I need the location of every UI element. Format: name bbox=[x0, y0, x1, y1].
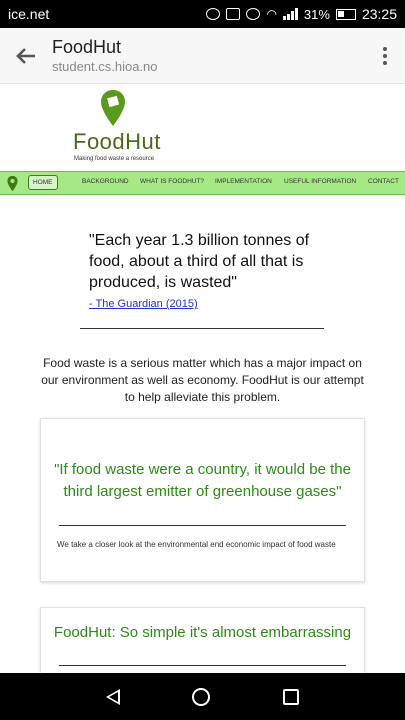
divider bbox=[80, 328, 324, 329]
map-pin-logo-icon bbox=[101, 90, 125, 126]
site-logo[interactable]: FoodHut Making food waste a resource bbox=[0, 85, 405, 165]
vibrate-icon bbox=[226, 8, 241, 20]
signal-icon bbox=[282, 8, 298, 20]
dot-icon bbox=[383, 60, 387, 65]
back-button[interactable] bbox=[0, 28, 52, 84]
nav-implementation[interactable]: IMPLEMENTATION bbox=[215, 178, 272, 185]
nav-background[interactable]: BACKGROUND bbox=[82, 178, 129, 185]
battery-percent: 31% bbox=[303, 6, 330, 22]
logo-wordmark: FoodHut bbox=[73, 129, 161, 154]
browser-toolbar: FoodHut student.cs.hioa.no bbox=[0, 28, 405, 84]
card-divider bbox=[59, 665, 346, 666]
nav-useful-information[interactable]: USEFUL INFORMATION bbox=[284, 178, 356, 185]
page-url: student.cs.hioa.no bbox=[52, 58, 158, 74]
quote-source-link[interactable]: - The Guardian (2015) bbox=[89, 298, 198, 310]
system-navigation-bar bbox=[0, 673, 405, 720]
nav-home[interactable]: HOME bbox=[28, 175, 58, 190]
battery-icon bbox=[335, 8, 356, 20]
site-navbar: HOME BACKGROUND WHAT IS FOODHUT? IMPLEME… bbox=[0, 171, 405, 195]
system-back-icon[interactable] bbox=[106, 688, 121, 705]
card-simple[interactable]: FoodHut: So simple it's almost embarrass… bbox=[40, 607, 365, 673]
title-block: FoodHut student.cs.hioa.no bbox=[52, 36, 365, 76]
dot-icon bbox=[383, 53, 387, 58]
web-content[interactable]: FoodHut Making food waste a resource HOM… bbox=[0, 85, 405, 673]
dot-icon bbox=[383, 46, 387, 51]
overflow-menu-button[interactable] bbox=[365, 28, 405, 84]
hero-quote: "Each year 1.3 billion tonnes of food, a… bbox=[89, 232, 310, 291]
clock: 23:25 bbox=[361, 6, 397, 22]
card-title[interactable]: FoodHut: So simple it's almost embarrass… bbox=[41, 622, 364, 644]
nav-contact[interactable]: CONTACT bbox=[368, 178, 399, 185]
intro-text: Food waste is a serious matter which has… bbox=[41, 356, 364, 404]
nav-what-is-foodhut[interactable]: WHAT IS FOODHUT? bbox=[140, 178, 204, 185]
card-body: We take a closer look at the environment… bbox=[57, 540, 336, 549]
card-divider bbox=[59, 525, 346, 526]
wifi-icon: ◠ bbox=[266, 7, 277, 21]
system-home-icon[interactable] bbox=[192, 687, 211, 706]
arrow-left-icon bbox=[16, 47, 35, 64]
card-title[interactable]: "If food waste were a country, it would … bbox=[41, 459, 364, 503]
carrier-label: ice.net bbox=[8, 6, 50, 22]
status-icons: ◠ 31% 23:25 bbox=[206, 6, 397, 22]
data-saver-icon bbox=[206, 8, 221, 20]
map-pin-icon[interactable] bbox=[7, 175, 18, 192]
system-recents-icon[interactable] bbox=[282, 688, 299, 705]
status-bar: ice.net ◠ 31% 23:25 bbox=[0, 0, 405, 28]
card-greenhouse[interactable]: "If food waste were a country, it would … bbox=[40, 418, 365, 582]
page-title: FoodHut bbox=[52, 36, 122, 57]
eye-comfort-icon bbox=[246, 8, 261, 20]
logo-tagline: Making food waste a resource bbox=[74, 156, 155, 162]
